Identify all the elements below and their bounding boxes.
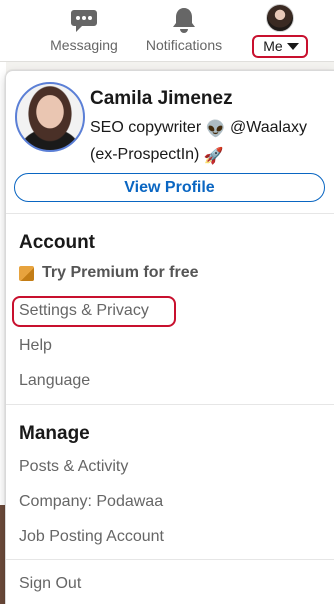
profile-name: Camila Jimenez — [90, 88, 233, 109]
profile-headline: SEO copywriter 👽 @Waalaxy (ex-ProspectIn… — [90, 115, 330, 169]
headline-text-2: @Waalaxy — [225, 119, 307, 136]
sign-out-link[interactable]: Sign Out — [19, 575, 81, 593]
me-dropdown-button[interactable]: Me — [252, 35, 308, 58]
view-profile-button[interactable]: View Profile — [14, 173, 325, 202]
alien-emoji-icon: 👽 — [205, 121, 226, 138]
job-posting-account-link[interactable]: Job Posting Account — [19, 528, 164, 546]
posts-activity-link[interactable]: Posts & Activity — [19, 458, 128, 476]
manage-heading: Manage — [19, 423, 90, 444]
try-premium-label: Try Premium for free — [42, 264, 199, 281]
headline-text-3: (ex-ProspectIn) — [90, 146, 204, 163]
try-premium-link[interactable]: Try Premium for free — [19, 264, 199, 282]
divider — [6, 559, 334, 560]
caret-down-icon — [286, 42, 299, 50]
nav-messaging-label: Messaging — [50, 37, 118, 53]
headline-text-1: SEO copywriter — [90, 119, 206, 136]
help-link[interactable]: Help — [19, 337, 52, 355]
rocket-emoji-icon: 🚀 — [203, 148, 224, 165]
profile-photo[interactable] — [15, 82, 85, 152]
settings-privacy-link[interactable]: Settings & Privacy — [19, 302, 149, 320]
account-heading: Account — [19, 232, 95, 253]
language-link[interactable]: Language — [19, 372, 90, 390]
me-label: Me — [263, 38, 283, 54]
notifications-bell-icon — [171, 0, 197, 34]
avatar[interactable] — [266, 4, 294, 32]
nav-notifications[interactable]: Notifications — [140, 0, 228, 62]
top-nav-bar: Messaging Notifications Me — [0, 0, 334, 62]
messaging-icon — [70, 0, 98, 34]
nav-messaging[interactable]: Messaging — [46, 0, 122, 62]
nav-notifications-label: Notifications — [145, 37, 223, 53]
premium-icon — [19, 265, 34, 281]
nav-me[interactable]: Me — [252, 0, 308, 62]
company-page-link[interactable]: Company: Podawaa — [19, 493, 163, 511]
divider — [6, 404, 334, 405]
divider — [6, 213, 334, 214]
me-dropdown-menu: Camila Jimenez SEO copywriter 👽 @Waalaxy… — [5, 70, 334, 604]
